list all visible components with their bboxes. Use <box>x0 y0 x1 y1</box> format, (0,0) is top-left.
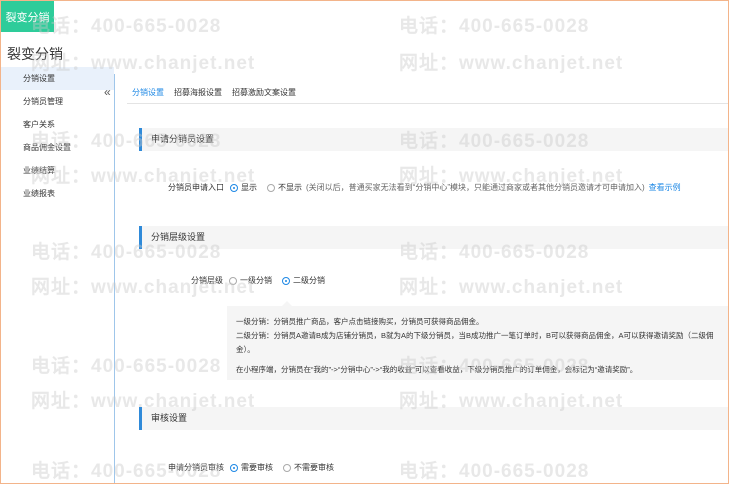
watermark-phone: 电话：400-665-0028 <box>31 16 222 37</box>
sidebar: 分销设置 分销员管理 客户关系 商品佣金设置 业绩结算 业绩报表 <box>1 67 114 483</box>
tab-distribution-settings[interactable]: 分销设置 <box>127 84 169 104</box>
info-line-1: 一级分销：分销员推广商品，客户点击链接购买，分销员可获得商品佣金。 <box>236 317 484 326</box>
level-info-box: 一级分销：分销员推广商品，客户点击链接购买，分销员可获得商品佣金。 二级分销：分… <box>227 301 728 380</box>
audit-no-option[interactable]: 不需要审核 <box>283 462 334 473</box>
radio-off-icon <box>229 276 237 285</box>
sidebar-item-customer-relations[interactable]: 客户关系 <box>1 113 114 136</box>
sidebar-item-performance-settlement[interactable]: 业绩结算 <box>1 159 114 182</box>
apply-entry-show-option[interactable]: 显示 <box>230 182 257 193</box>
app-frame: 裂变分销 裂变分销 分销设置 分销员管理 客户关系 商品佣金设置 业绩结算 业绩… <box>0 0 729 484</box>
apply-entry-hide-option[interactable]: 不显示 <box>267 182 302 193</box>
level-two-label: 二级分销 <box>293 276 325 285</box>
info-line-3: 在小程序端，分销员在“我的”->“分销中心”->“我的收益”可以查看收益，下级分… <box>236 365 638 374</box>
watermark-site: 网址：www.chanjet.net <box>399 53 624 74</box>
radio-off-icon <box>267 183 275 192</box>
app-title: 裂变分销 <box>7 46 63 62</box>
section-audit-header: 审核设置 <box>139 407 728 430</box>
sidebar-item-distribution-settings[interactable]: 分销设置 <box>1 67 114 90</box>
app-badge: 裂变分销 <box>1 1 54 32</box>
radio-off-icon <box>283 463 291 472</box>
apply-entry-show-label: 显示 <box>241 183 257 192</box>
level-two-option[interactable]: 二级分销 <box>282 275 325 286</box>
audit-row: 申请分销员审核 需要审核 不需要审核 <box>168 462 344 473</box>
audit-need-option[interactable]: 需要审核 <box>230 462 273 473</box>
info-arrow <box>282 301 292 306</box>
audit-no-label: 不需要审核 <box>294 463 334 472</box>
sidebar-item-commission-settings[interactable]: 商品佣金设置 <box>1 136 114 159</box>
apply-entry-hide-label: 不显示 <box>278 183 302 192</box>
level-label: 分销层级 <box>191 276 223 285</box>
apply-entry-hint: (关闭以后，普通买家无法看到“分销中心”模块，只能通过商家或者其他分销员邀请才可… <box>306 183 645 192</box>
sidebar-item-distributor-management[interactable]: 分销员管理 <box>1 90 114 113</box>
level-one-option[interactable]: 一级分销 <box>229 275 272 286</box>
sidebar-divider <box>114 74 115 483</box>
watermark-phone: 电话：400-665-0028 <box>399 461 590 482</box>
tab-recruit-copy[interactable]: 招募激励文案设置 <box>227 84 301 104</box>
tab-divider <box>127 103 728 104</box>
apply-entry-row: 分销员申请入口 显示 不显示 (关闭以后，普通买家无法看到“分销中心”模块，只能… <box>168 182 681 193</box>
radio-on-icon <box>230 463 238 472</box>
audit-label: 申请分销员审核 <box>168 463 224 472</box>
tab-recruit-poster[interactable]: 招募海报设置 <box>169 84 227 104</box>
section-apply-header: 申请分销员设置 <box>139 128 728 151</box>
apply-entry-label: 分销员申请入口 <box>168 183 224 192</box>
level-row: 分销层级 一级分销 二级分销 <box>191 275 335 286</box>
info-line-2: 二级分销：分销员A邀请B成为店铺分销员，B就为A的下级分销员，当B成功推广一笔订… <box>236 331 714 354</box>
watermark-site: 网址：www.chanjet.net <box>399 277 624 298</box>
radio-on-icon <box>230 183 238 192</box>
level-one-label: 一级分销 <box>240 276 272 285</box>
radio-on-icon <box>282 276 290 285</box>
watermark-phone: 电话：400-665-0028 <box>399 16 590 37</box>
audit-need-label: 需要审核 <box>241 463 273 472</box>
collapse-sidebar-icon[interactable]: « <box>104 85 111 99</box>
sidebar-item-performance-report[interactable]: 业绩报表 <box>1 182 114 205</box>
tab-bar: 分销设置 招募海报设置 招募激励文案设置 <box>127 84 301 104</box>
view-example-link[interactable]: 查看示例 <box>649 182 681 193</box>
section-level-header: 分销层级设置 <box>139 226 728 249</box>
